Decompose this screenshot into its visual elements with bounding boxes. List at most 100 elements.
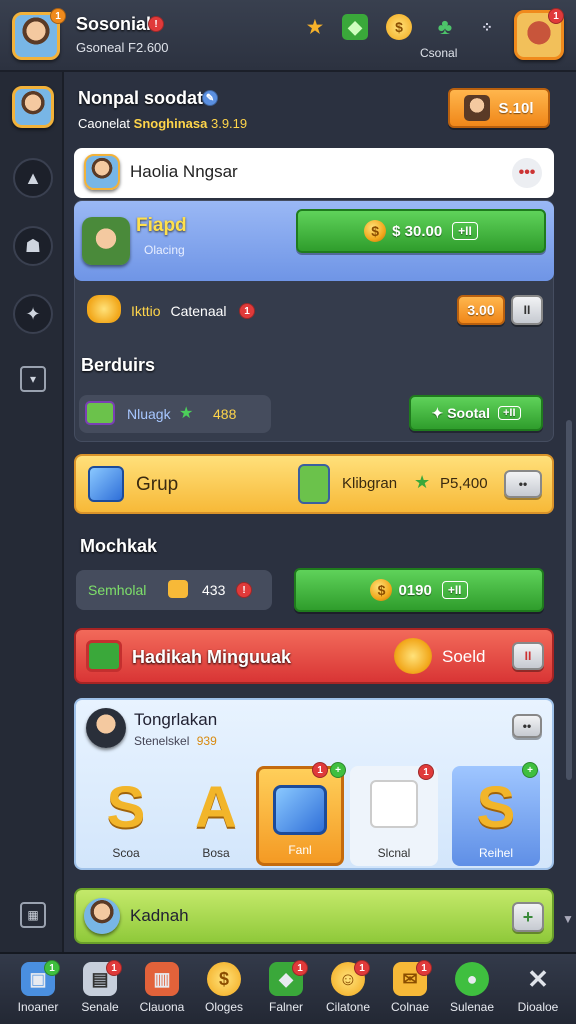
sidebar-avatar[interactable] — [12, 86, 54, 128]
grup-item-icon — [298, 464, 330, 504]
tile-slcnal-badge: 1 — [418, 764, 434, 780]
nuage-star-icon: ★ — [179, 405, 194, 422]
tile-fanl-badge: 1 — [312, 762, 328, 778]
title-badge-icon: ! — [148, 16, 164, 32]
grup-item: Klibgran — [342, 475, 398, 492]
tile-reihel-badge: + — [522, 762, 538, 778]
semhol-buy-icon: +II — [441, 581, 468, 599]
section-title-mochkak: Mochkak — [80, 536, 158, 556]
coins-icon: $ — [207, 962, 241, 996]
red-banner-coins-icon — [394, 638, 432, 674]
pencil-icon[interactable]: ✎ — [202, 90, 218, 106]
nav-badge: 1 — [44, 960, 60, 976]
coin-icon[interactable]: $ — [386, 14, 412, 40]
profile-action-button[interactable]: S.10l — [448, 88, 550, 128]
tongrlakan-subtitle-text: Stenelskel — [134, 734, 190, 748]
featured-buy-button[interactable]: $ $ 30.00 +II — [296, 209, 546, 253]
tongrlakan-subtitle: Stenelskel 939 — [134, 734, 217, 748]
gift-box-icon — [86, 640, 122, 672]
cube-icon — [88, 466, 124, 502]
tile-bosa[interactable]: A Bosa — [172, 766, 260, 866]
player-more-button[interactable]: ••• — [512, 158, 542, 188]
semhol-label: Semholal — [88, 582, 147, 598]
sidebar-home-icon[interactable]: ▲ — [13, 158, 53, 198]
featured-card[interactable]: Fiapd Olacing $ $ 30.00 +II — [74, 201, 554, 281]
nuage-action-icon: +II — [497, 406, 521, 420]
nav-item-dioaloe[interactable]: ✕ Dioaloe — [508, 960, 568, 1022]
gift-cube-icon — [370, 780, 418, 828]
semhol-alert-icon: ! — [236, 582, 252, 598]
tile-label: Fanl — [288, 843, 312, 857]
featured-avatar — [82, 217, 130, 265]
red-banner-close-button[interactable]: II — [512, 642, 544, 670]
blue-box-icon — [273, 785, 327, 835]
reward-small-button[interactable]: II — [511, 295, 543, 325]
tile-reihel[interactable]: S Reihel — [452, 766, 540, 866]
semhol-value: 433 — [202, 582, 226, 598]
section-title-berduirs: Berduirs — [81, 355, 156, 375]
s-letter-icon: S — [106, 775, 146, 840]
nav-label: Cilatone — [325, 1000, 371, 1014]
nuage-label: Nluagk — [127, 406, 171, 422]
reward-label: Ikttio Catenaal — [131, 303, 227, 319]
a-letter-icon: A — [195, 775, 237, 840]
semhol-row[interactable]: Semholal 433 ! — [76, 570, 272, 610]
featured-caption: Olacing — [144, 243, 185, 257]
scroll-down-icon[interactable]: ▼ — [562, 912, 574, 926]
grup-more-button[interactable]: •• — [504, 470, 542, 498]
bottom-nav: ▣ Inoaner 1 ▤ Senale 1 ▥ Clauona $ Ologes ◆ F… — [0, 952, 576, 1024]
sidebar-badge-icon[interactable]: ✦ — [13, 294, 53, 334]
globe-icon: ● — [455, 962, 489, 996]
sidebar-checkbox-icon[interactable]: ▾ — [20, 366, 46, 392]
nav-badge: 1 — [416, 960, 432, 976]
tile-slcnal[interactable]: Slcnal — [350, 766, 438, 866]
tongrlakan-value: 939 — [196, 734, 217, 748]
nav-label: Senale — [81, 1000, 119, 1014]
featured-panel: Fiapd Olacing $ $ 30.00 +II Ikttio Caten… — [74, 200, 554, 442]
grup-price: P5,400 — [440, 475, 488, 492]
nav-item-ologes[interactable]: $ Ologes — [194, 960, 254, 1022]
tongrlakan-more-button[interactable]: •• — [512, 714, 542, 738]
player-avatar — [84, 154, 120, 190]
tile-fanl[interactable]: Fanl — [256, 766, 344, 866]
star-icon[interactable]: ★ — [302, 14, 328, 40]
red-banner[interactable]: Hadikah Minguuak Soeld II — [74, 628, 554, 684]
semhol-buy-button[interactable]: $ 0190 +II — [294, 568, 544, 612]
player-row[interactable]: Haolia Nngsar ••• — [74, 148, 554, 198]
profile-label: Csonal — [420, 46, 458, 60]
clover-icon[interactable]: ♣ — [432, 14, 458, 40]
kadnah-add-button[interactable]: + — [512, 902, 544, 932]
profile-stat-label: Caonelat — [78, 116, 131, 131]
reward-price-button[interactable]: 3.00 — [457, 295, 505, 325]
grup-banner[interactable]: Grup Klibgran ★ P5,400 •• — [74, 454, 554, 514]
tile-label: Bosa — [202, 846, 230, 860]
reward-coins-icon — [87, 295, 121, 323]
nuage-row[interactable]: Nluagk ★ 488 — [79, 395, 271, 433]
kadnah-avatar — [84, 898, 120, 934]
nav-badge: 1 — [106, 960, 122, 976]
tongrlakan-title: Tongrlakan — [134, 710, 218, 729]
tile-label: Slcnal — [377, 846, 411, 860]
menu-dots-icon[interactable]: ⁘ — [474, 14, 500, 40]
balance-text: Gsoneal F2.600 — [76, 40, 169, 55]
app-title: Sosonial — [76, 14, 152, 34]
nav-item-clauona[interactable]: ▥ Clauona — [132, 960, 192, 1022]
gem-box-icon[interactable]: ◆ — [342, 14, 368, 40]
nuage-action-button[interactable]: ✦ Sootal +II — [409, 395, 543, 431]
scrollbar[interactable] — [566, 420, 572, 780]
profile-badge: 1 — [548, 8, 564, 24]
nav-item-sulenae[interactable]: ● Sulenae — [442, 960, 502, 1022]
nuage-action-label: Sootal — [447, 405, 490, 421]
profile-stat-value: 3.9.19 — [210, 116, 248, 131]
red-banner-action[interactable]: Soeld — [442, 647, 485, 667]
avatar-badge: 1 — [50, 8, 66, 24]
tongrlakan-avatar — [86, 708, 126, 748]
sidebar-gallery-icon[interactable]: ▦ — [20, 902, 46, 928]
featured-name: Fiapd — [136, 215, 187, 236]
player-name: Haolia Nngsar — [130, 162, 238, 181]
kadnah-bar[interactable]: Kadnah + — [74, 888, 554, 944]
tile-label: Reihel — [478, 846, 514, 860]
sidebar-profile-icon[interactable]: ☗ — [13, 226, 53, 266]
tile-scoa[interactable]: S Scoa — [82, 766, 170, 866]
profile-action-label: S.10l — [498, 99, 534, 117]
